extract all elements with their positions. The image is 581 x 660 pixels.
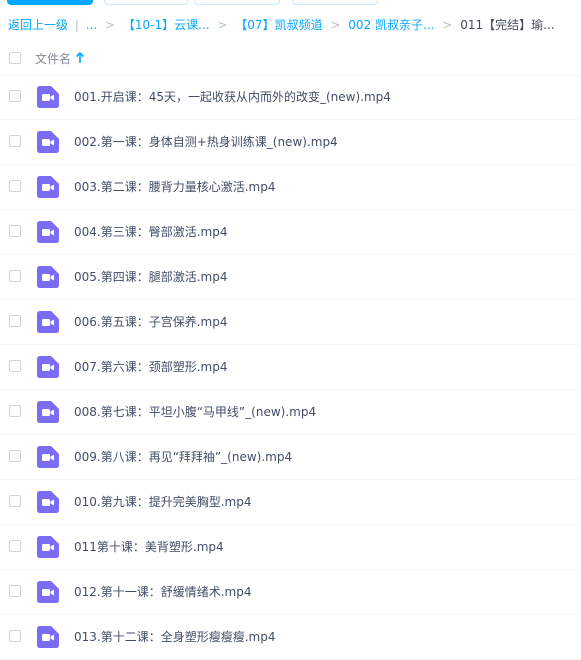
offline-download-button[interactable]: [194, 0, 280, 5]
filename-column-header[interactable]: 文件名: [35, 50, 71, 67]
file-name[interactable]: 012.第十一课：舒缓情绪术.mp4: [74, 584, 251, 600]
video-file-icon: [37, 221, 59, 243]
file-name[interactable]: 004.第三课：臀部激活.mp4: [74, 224, 227, 240]
breadcrumb-separator: >: [105, 18, 116, 32]
row-checkbox[interactable]: [9, 270, 21, 282]
back-link[interactable]: 返回上一级: [8, 17, 68, 33]
file-row[interactable]: 009.第八课：再见“拜拜袖”_(new).mp4: [0, 435, 581, 480]
upload-button[interactable]: [7, 0, 93, 5]
breadcrumb-divider: |: [74, 18, 79, 32]
video-file-icon: [37, 356, 59, 378]
file-row[interactable]: 008.第七课：平坦小腹“马甲线”_(new).mp4: [0, 390, 581, 435]
file-row[interactable]: 002.第一课：身体自测+热身训练课_(new).mp4: [0, 120, 581, 165]
breadcrumb: 返回上一级 | ... > 【10-1】云课... > 【07】凯叔频道 > 0…: [8, 17, 578, 33]
video-file-icon: [37, 536, 59, 558]
file-row[interactable]: 006.第五课：子宫保养.mp4: [0, 300, 581, 345]
select-all-checkbox[interactable]: [9, 52, 21, 64]
video-file-icon: [37, 446, 59, 468]
file-row[interactable]: 011第十课：美背塑形.mp4: [0, 525, 581, 570]
file-row[interactable]: 013.第十二课：全身塑形瘦瘦瘦.mp4: [0, 615, 581, 660]
video-file-icon: [37, 401, 59, 423]
video-file-icon: [37, 86, 59, 108]
file-name[interactable]: 003.第二课：腰背力量核心激活.mp4: [74, 179, 275, 195]
more-button[interactable]: [292, 0, 378, 5]
video-file-icon: [37, 581, 59, 603]
file-name[interactable]: 011第十课：美背塑形.mp4: [74, 539, 224, 555]
row-checkbox[interactable]: [9, 495, 21, 507]
row-checkbox[interactable]: [9, 585, 21, 597]
file-name[interactable]: 008.第七课：平坦小腹“马甲线”_(new).mp4: [74, 404, 316, 420]
row-checkbox[interactable]: [9, 405, 21, 417]
breadcrumb-current: 011【完结】瑜...: [460, 18, 555, 32]
row-checkbox[interactable]: [9, 540, 21, 552]
file-list-header: 文件名: [0, 41, 581, 76]
file-row[interactable]: 010.第九课：提升完美胸型.mp4: [0, 480, 581, 525]
file-row[interactable]: 003.第二课：腰背力量核心激活.mp4: [0, 165, 581, 210]
video-file-icon: [37, 626, 59, 648]
row-checkbox[interactable]: [9, 450, 21, 462]
row-checkbox[interactable]: [9, 225, 21, 237]
breadcrumb-item[interactable]: 【10-1】云课...: [123, 17, 210, 33]
breadcrumb-item[interactable]: 【07】凯叔频道: [235, 17, 322, 33]
video-file-icon: [37, 266, 59, 288]
breadcrumb-item[interactable]: 002 凯叔亲子...: [348, 17, 434, 33]
video-file-icon: [37, 176, 59, 198]
file-name[interactable]: 006.第五课：子宫保养.mp4: [74, 314, 227, 330]
video-file-icon: [37, 491, 59, 513]
breadcrumb-separator: >: [330, 18, 341, 32]
file-name[interactable]: 007.第六课：颈部塑形.mp4: [74, 359, 227, 375]
file-name[interactable]: 009.第八课：再见“拜拜袖”_(new).mp4: [74, 449, 292, 465]
file-name[interactable]: 001.开启课：45天，一起收获从内而外的改变_(new).mp4: [74, 89, 391, 105]
file-name[interactable]: 002.第一课：身体自测+热身训练课_(new).mp4: [74, 134, 338, 150]
breadcrumb-ellipsis[interactable]: ...: [86, 17, 97, 33]
file-name[interactable]: 013.第十二课：全身塑形瘦瘦瘦.mp4: [74, 629, 275, 645]
row-checkbox[interactable]: [9, 90, 21, 102]
new-folder-button[interactable]: [104, 0, 188, 5]
breadcrumb-separator: >: [217, 18, 228, 32]
file-row[interactable]: 007.第六课：颈部塑形.mp4: [0, 345, 581, 390]
row-checkbox[interactable]: [9, 315, 21, 327]
row-checkbox[interactable]: [9, 135, 21, 147]
row-checkbox[interactable]: [9, 180, 21, 192]
file-name[interactable]: 005.第四课：腿部激活.mp4: [74, 269, 227, 285]
row-checkbox[interactable]: [9, 360, 21, 372]
row-checkbox[interactable]: [9, 630, 21, 642]
file-name[interactable]: 010.第九课：提升完美胸型.mp4: [74, 494, 251, 510]
toolbar: [0, 0, 581, 6]
breadcrumb-separator: >: [442, 18, 453, 32]
file-row[interactable]: 004.第三课：臀部激活.mp4: [0, 210, 581, 255]
video-file-icon: [37, 311, 59, 333]
file-row[interactable]: 001.开启课：45天，一起收获从内而外的改变_(new).mp4: [0, 75, 581, 120]
video-file-icon: [37, 131, 59, 153]
file-row[interactable]: 005.第四课：腿部激活.mp4: [0, 255, 581, 300]
file-row[interactable]: 012.第十一课：舒缓情绪术.mp4: [0, 570, 581, 615]
arrow-up-icon[interactable]: [75, 52, 85, 64]
